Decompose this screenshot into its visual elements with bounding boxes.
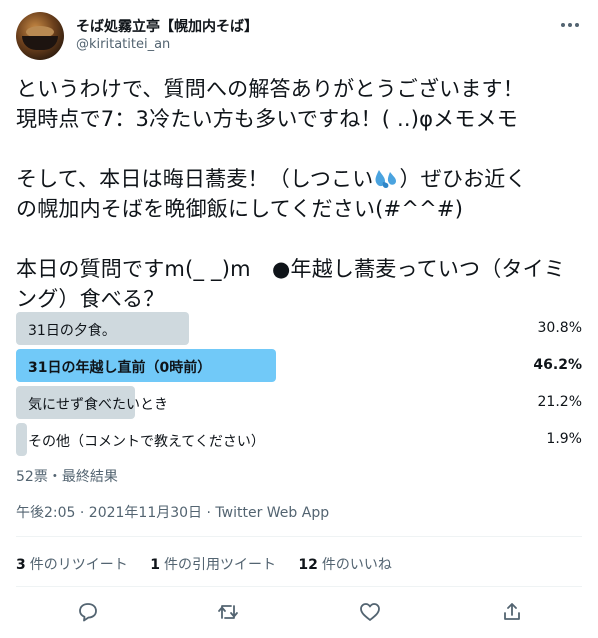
poll-option-percent: 46.2% [533,357,582,373]
poll-option-label: 気にせず食べたいとき [28,397,168,413]
quote-count[interactable]: 1 件の引用ツイート [150,557,276,573]
sweat-emoji-icon [375,170,397,188]
poll-option: その他（コメントで教えてください） 1.9% [16,423,582,456]
share-icon[interactable] [500,600,524,624]
poll-option-label: その他（コメントで教えてください） [28,434,265,450]
more-icon[interactable] [558,16,582,34]
avatar[interactable] [16,12,64,60]
like-count-number: 12 [298,557,318,573]
poll-option-percent: 21.2% [537,394,582,410]
display-name[interactable]: そば処霧立亭【幌加内そば】 [76,16,258,36]
action-bar [16,598,582,628]
quote-count-label: 件の引用ツイート [163,557,276,573]
divider [16,586,582,587]
reply-icon[interactable] [76,600,100,624]
retweet-icon[interactable] [216,600,240,624]
quote-count-number: 1 [150,557,160,573]
tweet-text: というわけで、質問への解答ありがとうございます！ 現時点で7：3冷たい方も多いで… [16,74,582,314]
retweet-count[interactable]: 3 件のリツイート [16,557,128,573]
poll-option: 31日の年越し直前（0時前） 46.2% [16,349,582,382]
poll-option-label: 31日の夕食。 [28,323,116,339]
avatar-bowl-shape [22,36,58,50]
user-handle[interactable]: @kiritatitei_an [76,37,170,52]
poll-option-percent: 1.9% [546,431,582,447]
tweet-stats: 3 件のリツイート 1 件の引用ツイート 12 件のいいね [16,554,410,574]
poll-option-bar [16,423,27,456]
poll-option-percent: 30.8% [537,320,582,336]
divider [16,536,582,537]
timestamp[interactable]: 午後2:05 · 2021年11月30日 · Twitter Web App [16,502,329,522]
poll-meta: 52票・最終結果 [16,469,118,485]
like-icon[interactable] [358,600,382,624]
poll-option-label: 31日の年越し直前（0時前） [28,360,212,376]
retweet-count-label: 件のリツイート [29,557,128,573]
like-count[interactable]: 12 件のいいね [298,557,391,573]
tweet-header: そば処霧立亭【幌加内そば】 @kiritatitei_an [16,12,582,62]
retweet-count-number: 3 [16,557,26,573]
poll-option: 気にせず食べたいとき 21.2% [16,386,582,419]
poll: 31日の夕食。 30.8% 31日の年越し直前（0時前） 46.2% 気にせず食べたいと… [16,312,582,460]
poll-option: 31日の夕食。 30.8% [16,312,582,345]
like-count-label: 件のいいね [321,557,392,573]
